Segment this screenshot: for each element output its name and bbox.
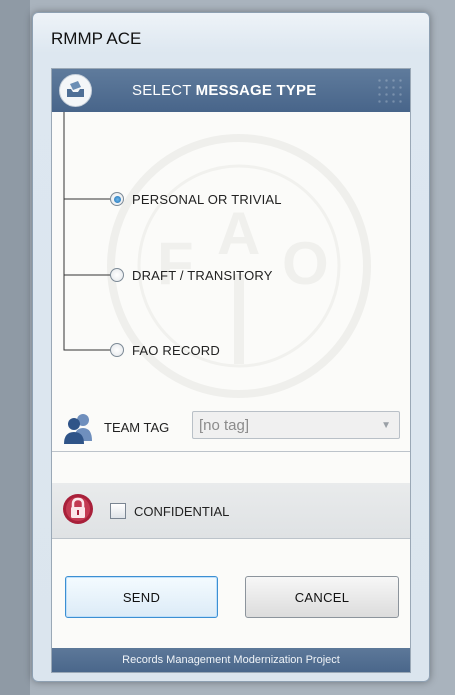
window-title: RMMP ACE (51, 29, 142, 48)
radio-selected-dot (113, 195, 121, 203)
divider (52, 451, 410, 452)
dialog-window: RMMP ACE SELECT MESSAGE TYPE F A O PERSO… (32, 12, 430, 682)
team-tag-row: TEAM TAG [no tag] ▼ (52, 404, 410, 452)
option-label: FAO RECORD (132, 342, 220, 358)
option-draft-transitory[interactable]: DRAFT / TRANSITORY (110, 266, 273, 284)
cancel-button[interactable]: CANCEL (245, 576, 399, 618)
option-fao-record[interactable]: FAO RECORD (110, 341, 220, 359)
team-tag-select[interactable]: [no tag] ▼ (192, 411, 400, 439)
confidential-checkbox[interactable] (110, 503, 126, 519)
divider (52, 538, 410, 539)
dialog-body: SELECT MESSAGE TYPE F A O PERSONAL OR TR… (51, 68, 411, 673)
confidential-label: CONFIDENTIAL (134, 504, 230, 519)
option-label: DRAFT / TRANSITORY (132, 267, 273, 283)
section-header: SELECT MESSAGE TYPE (52, 69, 410, 112)
footer-banner: Records Management Modernization Project (52, 648, 410, 672)
svg-text:A: A (217, 200, 260, 267)
radio-fao-record[interactable] (110, 343, 124, 357)
team-people-icon (64, 414, 92, 444)
padlock-icon (63, 494, 93, 524)
send-button[interactable]: SEND (65, 576, 218, 618)
envelope-tray-icon (59, 74, 92, 107)
svg-text:F: F (157, 230, 194, 297)
radio-personal-or-trivial[interactable] (110, 192, 124, 206)
decorative-dots (376, 77, 404, 105)
background-desktop (0, 0, 30, 695)
team-tag-value: [no tag] (199, 417, 250, 434)
team-tag-label: TEAM TAG (104, 420, 170, 435)
option-tree-lines (63, 112, 111, 351)
radio-draft-transitory[interactable] (110, 268, 124, 282)
chevron-down-icon[interactable]: ▼ (381, 420, 391, 431)
section-title: SELECT MESSAGE TYPE (132, 82, 316, 99)
option-personal-or-trivial[interactable]: PERSONAL OR TRIVIAL (110, 190, 282, 208)
svg-text:O: O (282, 230, 329, 297)
section-title-bold: MESSAGE TYPE (195, 82, 317, 99)
section-title-prefix: SELECT (132, 82, 196, 99)
confidential-row: CONFIDENTIAL (52, 483, 410, 538)
option-label: PERSONAL OR TRIVIAL (132, 191, 282, 207)
